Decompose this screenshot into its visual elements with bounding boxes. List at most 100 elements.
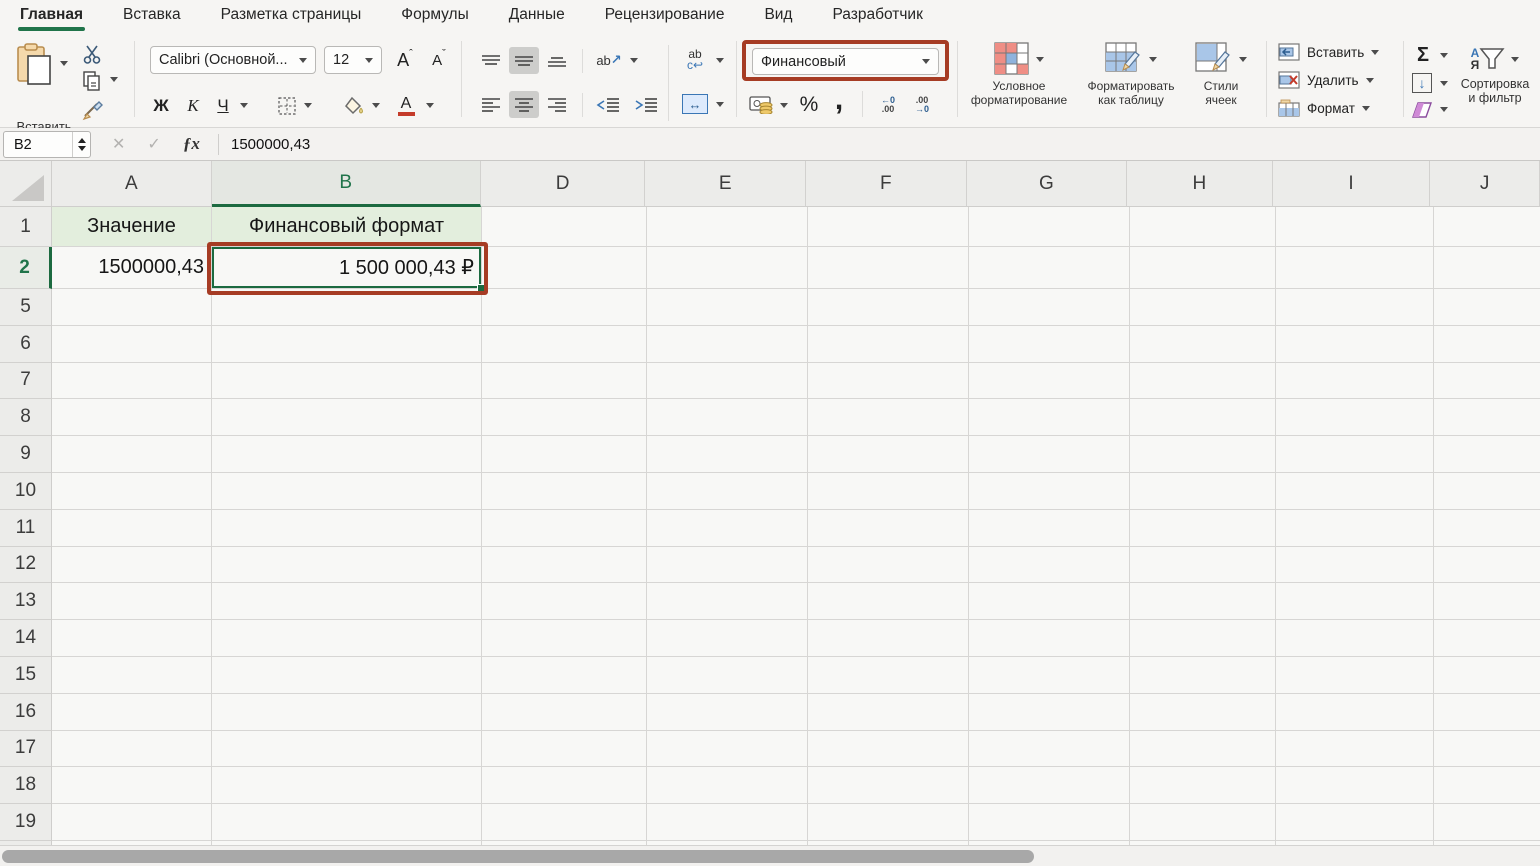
column-header-D[interactable]: D bbox=[481, 161, 646, 207]
cell-F15[interactable] bbox=[808, 657, 969, 694]
cell-G14[interactable] bbox=[969, 620, 1130, 657]
fill-handle[interactable] bbox=[477, 284, 485, 292]
cell-J1[interactable] bbox=[1434, 207, 1540, 247]
cell-A18[interactable] bbox=[52, 767, 212, 804]
font-color-chevron[interactable] bbox=[426, 103, 434, 108]
cell-J13[interactable] bbox=[1434, 583, 1540, 620]
cell-J9[interactable] bbox=[1434, 436, 1540, 473]
scrollbar-thumb[interactable] bbox=[2, 850, 1034, 863]
cell-H10[interactable] bbox=[1130, 473, 1276, 510]
cell-J2[interactable] bbox=[1434, 247, 1540, 289]
cell-H6[interactable] bbox=[1130, 326, 1276, 363]
cell-J10[interactable] bbox=[1434, 473, 1540, 510]
cell-E10[interactable] bbox=[647, 473, 808, 510]
wrap-text-button[interactable]: ab c↩ bbox=[678, 43, 712, 77]
cell-H9[interactable] bbox=[1130, 436, 1276, 473]
fill-color-chevron[interactable] bbox=[372, 103, 380, 108]
bold-button[interactable]: Ж bbox=[148, 91, 174, 121]
cell-G18[interactable] bbox=[969, 767, 1130, 804]
cell-G19[interactable] bbox=[969, 804, 1130, 841]
cell-G10[interactable] bbox=[969, 473, 1130, 510]
font-color-button[interactable]: А bbox=[392, 89, 420, 121]
column-header-A[interactable]: A bbox=[52, 161, 212, 207]
cell-H7[interactable] bbox=[1130, 363, 1276, 400]
cell-I1[interactable] bbox=[1276, 207, 1434, 247]
cell-G11[interactable] bbox=[969, 510, 1130, 547]
cell-E16[interactable] bbox=[647, 694, 808, 731]
cell-I19[interactable] bbox=[1276, 804, 1434, 841]
cell-H8[interactable] bbox=[1130, 399, 1276, 436]
row-header-19[interactable]: 19 bbox=[0, 804, 52, 841]
cell-D1[interactable] bbox=[482, 207, 647, 247]
cell-J14[interactable] bbox=[1434, 620, 1540, 657]
cell-E2[interactable] bbox=[647, 247, 808, 289]
cell-H19[interactable] bbox=[1130, 804, 1276, 841]
cell-H18[interactable] bbox=[1130, 767, 1276, 804]
cell-B14[interactable] bbox=[212, 620, 482, 657]
cell-D13[interactable] bbox=[482, 583, 647, 620]
row-header-7[interactable]: 7 bbox=[0, 363, 52, 400]
cell-F2[interactable] bbox=[808, 247, 969, 289]
merge-center-chevron[interactable] bbox=[716, 102, 724, 107]
cell-styles-button[interactable]: Стилиячеек bbox=[1186, 39, 1256, 107]
cell-H11[interactable] bbox=[1130, 510, 1276, 547]
cell-F1[interactable] bbox=[808, 207, 969, 247]
enter-icon[interactable]: ✓ bbox=[147, 134, 160, 154]
column-header-E[interactable]: E bbox=[645, 161, 806, 207]
cell-I9[interactable] bbox=[1276, 436, 1434, 473]
cut-button[interactable] bbox=[80, 43, 104, 65]
sort-filter-button[interactable]: А Я Сортировкаи фильтр bbox=[1452, 41, 1538, 105]
underline-chevron[interactable] bbox=[240, 103, 248, 108]
row-header-8[interactable]: 8 bbox=[0, 399, 52, 436]
cell-I13[interactable] bbox=[1276, 583, 1434, 620]
cell-J15[interactable] bbox=[1434, 657, 1540, 694]
row-header-16[interactable]: 16 bbox=[0, 694, 52, 731]
cell-A13[interactable] bbox=[52, 583, 212, 620]
ribbon-tab-7[interactable]: Вид bbox=[762, 0, 794, 33]
copy-button[interactable] bbox=[80, 69, 104, 93]
cell-D9[interactable] bbox=[482, 436, 647, 473]
cell-D15[interactable] bbox=[482, 657, 647, 694]
cell-A15[interactable] bbox=[52, 657, 212, 694]
cell-D17[interactable] bbox=[482, 731, 647, 768]
cell-G16[interactable] bbox=[969, 694, 1130, 731]
copy-dropdown-chevron[interactable] bbox=[110, 77, 118, 82]
format-as-table-button[interactable]: Форматироватькак таблицу bbox=[1072, 39, 1190, 107]
format-cells-button[interactable]: Формат bbox=[1278, 99, 1370, 117]
cell-G9[interactable] bbox=[969, 436, 1130, 473]
cell-A14[interactable] bbox=[52, 620, 212, 657]
cell-D5[interactable] bbox=[482, 289, 647, 326]
increase-decimal-button[interactable]: ←0 .00 bbox=[874, 91, 902, 119]
cell-A5[interactable] bbox=[52, 289, 212, 326]
column-header-F[interactable]: F bbox=[806, 161, 967, 207]
row-header-9[interactable]: 9 bbox=[0, 436, 52, 473]
align-middle-button[interactable] bbox=[509, 47, 539, 74]
cell-A11[interactable] bbox=[52, 510, 212, 547]
cell-F14[interactable] bbox=[808, 620, 969, 657]
cell-A7[interactable] bbox=[52, 363, 212, 400]
cell-D8[interactable] bbox=[482, 399, 647, 436]
cell-E11[interactable] bbox=[647, 510, 808, 547]
grow-font-button[interactable]: Аˆ bbox=[390, 46, 420, 74]
cell-D2[interactable] bbox=[482, 247, 647, 289]
column-header-J[interactable]: J bbox=[1430, 161, 1540, 207]
ribbon-tab-1[interactable]: Главная bbox=[18, 0, 85, 33]
cell-G2[interactable] bbox=[969, 247, 1130, 289]
cell-I18[interactable] bbox=[1276, 767, 1434, 804]
accounting-format-button[interactable] bbox=[748, 93, 776, 117]
cell-E19[interactable] bbox=[647, 804, 808, 841]
align-top-button[interactable] bbox=[476, 47, 506, 74]
accounting-chevron[interactable] bbox=[780, 103, 788, 108]
cell-D10[interactable] bbox=[482, 473, 647, 510]
cell-J19[interactable] bbox=[1434, 804, 1540, 841]
shrink-font-button[interactable]: Аˇ bbox=[424, 46, 454, 74]
italic-button[interactable]: К bbox=[180, 91, 206, 121]
cell-D19[interactable] bbox=[482, 804, 647, 841]
cell-J7[interactable] bbox=[1434, 363, 1540, 400]
cell-H15[interactable] bbox=[1130, 657, 1276, 694]
column-header-I[interactable]: I bbox=[1273, 161, 1431, 207]
cell-A9[interactable] bbox=[52, 436, 212, 473]
cell-G8[interactable] bbox=[969, 399, 1130, 436]
borders-chevron[interactable] bbox=[304, 103, 312, 108]
align-bottom-button[interactable] bbox=[542, 47, 572, 74]
